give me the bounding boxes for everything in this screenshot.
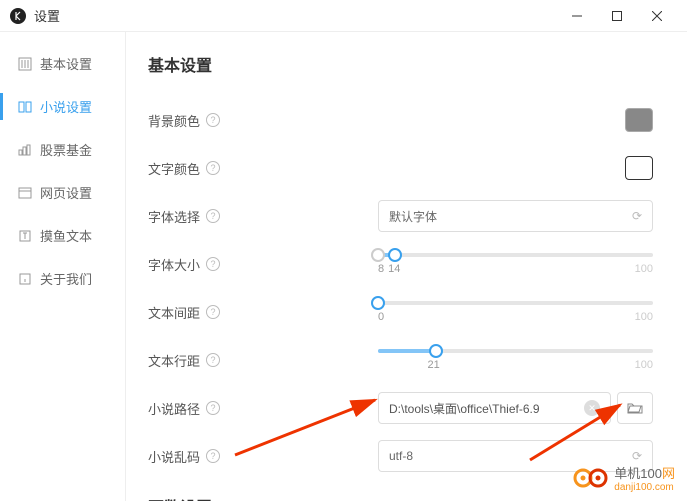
sidebar-item-label: 股票基金 bbox=[40, 140, 92, 159]
text-spacing-max: 100 bbox=[635, 311, 653, 323]
watermark-domain: danji100.com bbox=[614, 482, 673, 493]
help-icon[interactable]: ? bbox=[206, 353, 220, 367]
line-height-slider[interactable]: 21 100 bbox=[378, 349, 653, 371]
line-height-label: 文本行距 bbox=[148, 351, 200, 370]
bg-color-label: 背景颜色 bbox=[148, 111, 200, 130]
sidebar-item-web[interactable]: 网页设置 bbox=[0, 171, 125, 214]
info-icon bbox=[18, 272, 32, 286]
line-height-max: 100 bbox=[635, 359, 653, 371]
section-title: 基本设置 bbox=[148, 52, 653, 76]
font-size-value: 14 bbox=[388, 263, 400, 275]
text-spacing-slider[interactable]: 0 100 bbox=[378, 301, 653, 323]
font-size-slider[interactable]: 8 14 100 bbox=[378, 253, 653, 275]
text-color-swatch[interactable] bbox=[625, 156, 653, 180]
annotation-arrow-left bbox=[225, 395, 385, 465]
line-height-value: 21 bbox=[428, 359, 440, 371]
sidebar-item-label: 网页设置 bbox=[40, 183, 92, 202]
font-select-value: 默认字体 bbox=[389, 208, 632, 225]
app-icon bbox=[10, 8, 26, 24]
close-button[interactable] bbox=[637, 1, 677, 31]
book-icon bbox=[18, 100, 32, 114]
font-size-min: 8 bbox=[378, 263, 384, 275]
novel-path-label: 小说路径 bbox=[148, 399, 200, 418]
sidebar-item-stock[interactable]: 股票基金 bbox=[0, 128, 125, 171]
sidebar-item-label: 关于我们 bbox=[40, 269, 92, 288]
sidebar-item-label: 摸鱼文本 bbox=[40, 226, 92, 245]
help-icon[interactable]: ? bbox=[206, 113, 220, 127]
help-icon[interactable]: ? bbox=[206, 209, 220, 223]
annotation-arrow-right bbox=[520, 400, 640, 470]
watermark-suffix: 网 bbox=[662, 466, 675, 481]
text-spacing-value: 0 bbox=[378, 311, 384, 323]
font-select-label: 字体选择 bbox=[148, 207, 200, 226]
help-icon[interactable]: ? bbox=[206, 449, 220, 463]
help-icon[interactable]: ? bbox=[206, 161, 220, 175]
watermark-logo-icon bbox=[572, 467, 608, 489]
minimize-button[interactable] bbox=[557, 1, 597, 31]
text-spacing-label: 文本间距 bbox=[148, 303, 200, 322]
font-size-max: 100 bbox=[635, 263, 653, 275]
help-icon[interactable]: ? bbox=[206, 305, 220, 319]
titlebar: 设置 bbox=[0, 0, 687, 32]
sidebar-item-basic[interactable]: 基本设置 bbox=[0, 42, 125, 85]
encoding-label: 小说乱码 bbox=[148, 447, 200, 466]
watermark-brand: 单机100 bbox=[614, 466, 662, 481]
font-select[interactable]: 默认字体 ⟳ bbox=[378, 200, 653, 232]
text-icon bbox=[18, 229, 32, 243]
browser-icon bbox=[18, 186, 32, 200]
window-title: 设置 bbox=[34, 6, 557, 25]
sidebar-item-about[interactable]: 关于我们 bbox=[0, 257, 125, 300]
sidebar: 基本设置 小说设置 股票基金 网页设置 摸鱼文本 关于我们 bbox=[0, 32, 126, 501]
help-icon[interactable]: ? bbox=[206, 401, 220, 415]
page-section-title: 页数设置 bbox=[148, 494, 653, 501]
sidebar-item-label: 基本设置 bbox=[40, 54, 92, 73]
watermark: 单机100网 danji100.com bbox=[572, 463, 675, 493]
help-icon[interactable]: ? bbox=[206, 257, 220, 271]
sliders-icon bbox=[18, 57, 32, 71]
refresh-icon[interactable]: ⟳ bbox=[632, 209, 642, 223]
chart-icon bbox=[18, 143, 32, 157]
maximize-button[interactable] bbox=[597, 1, 637, 31]
font-size-label: 字体大小 bbox=[148, 255, 200, 274]
text-color-label: 文字颜色 bbox=[148, 159, 200, 178]
sidebar-item-novel[interactable]: 小说设置 bbox=[0, 85, 125, 128]
sidebar-item-text[interactable]: 摸鱼文本 bbox=[0, 214, 125, 257]
bg-color-swatch[interactable] bbox=[625, 108, 653, 132]
sidebar-item-label: 小说设置 bbox=[40, 97, 92, 116]
